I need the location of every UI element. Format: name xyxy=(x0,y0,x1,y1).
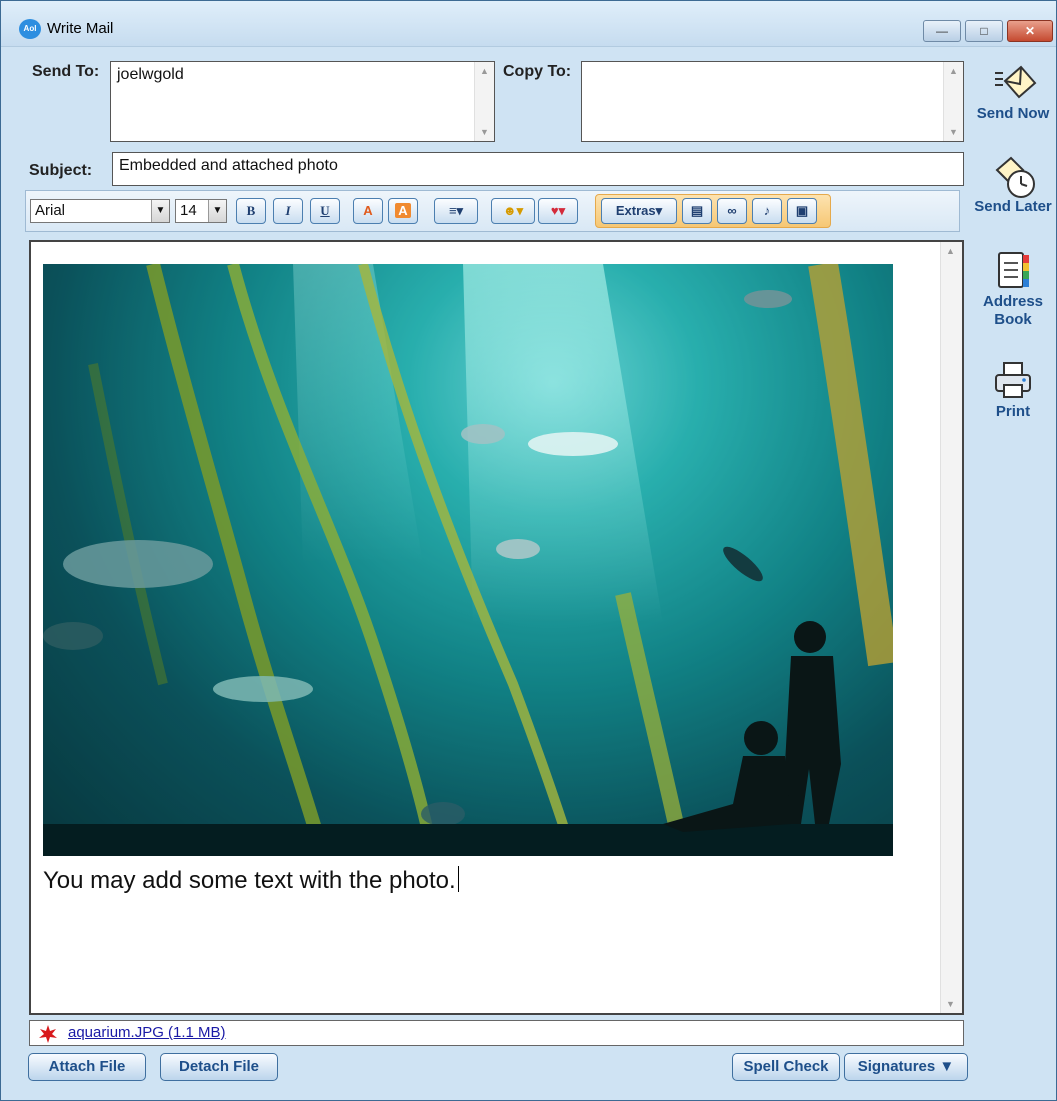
italic-button[interactable]: I xyxy=(273,198,303,224)
formatting-toolbar: Arial ▼ 14 ▼ B I U A A ≡▾ ☻▾ ♥▾ Extras▾ … xyxy=(25,190,960,232)
send-later-label: Send Later xyxy=(974,198,1052,215)
copy-to-scrollbar[interactable]: ▲ ▼ xyxy=(943,62,963,141)
send-now-label: Send Now xyxy=(976,105,1050,122)
copy-to-label: Copy To: xyxy=(503,63,572,80)
write-mail-window: Aol Write Mail — □ ✕ Send To: joelwgold … xyxy=(0,0,1057,1101)
signatures-button[interactable]: Signatures ▼ xyxy=(844,1053,968,1081)
table-icon: ▤ xyxy=(690,203,704,218)
heart-icon: ♥▾ xyxy=(550,203,566,218)
send-to-label: Send To: xyxy=(32,63,100,80)
attach-file-button[interactable]: Attach File xyxy=(28,1053,146,1081)
text-color-button[interactable]: A xyxy=(353,198,383,224)
heart-button[interactable]: ♥▾ xyxy=(538,198,578,224)
text-color-icon: A xyxy=(363,203,373,218)
send-to-value: joelwgold xyxy=(117,66,184,83)
font-value: Arial xyxy=(35,202,66,219)
smiley-button[interactable]: ☻▾ xyxy=(491,198,535,224)
font-size-select[interactable]: 14 ▼ xyxy=(175,199,227,223)
speaker-icon: ♪ xyxy=(763,203,771,218)
smiley-icon: ☻▾ xyxy=(502,203,524,218)
attachment-image-icon xyxy=(38,1024,58,1044)
minimize-button[interactable]: — xyxy=(923,20,961,42)
subject-value: Embedded and attached photo xyxy=(119,157,338,174)
camera-icon: ▣ xyxy=(795,203,809,218)
send-to-scrollbar[interactable]: ▲ ▼ xyxy=(474,62,494,141)
highlight-color-button[interactable]: A xyxy=(388,198,418,224)
sound-button[interactable]: ♪ xyxy=(752,198,782,224)
send-later-icon xyxy=(993,156,1035,198)
align-button[interactable]: ≡▾ xyxy=(434,198,478,224)
subject-field[interactable]: Embedded and attached photo xyxy=(112,152,964,186)
printer-icon xyxy=(993,361,1033,401)
align-left-icon: ≡▾ xyxy=(448,203,464,218)
extras-button[interactable]: Extras▾ xyxy=(601,198,677,224)
link-button[interactable]: ∞ xyxy=(717,198,747,224)
spell-check-button[interactable]: Spell Check xyxy=(732,1053,840,1081)
link-icon: ∞ xyxy=(727,203,737,218)
send-to-field[interactable]: joelwgold ▲ ▼ xyxy=(110,61,495,142)
bold-button[interactable]: B xyxy=(236,198,266,224)
title-bar: Aol Write Mail — □ ✕ xyxy=(1,1,1056,47)
print-button[interactable]: Print xyxy=(968,361,1057,421)
message-body-editor[interactable]: You may add some text with the photo. ▲ ▼ xyxy=(29,240,964,1015)
attachment-link[interactable]: aquarium.JPG (1.1 MB) xyxy=(68,1024,226,1041)
highlight-color-icon: A xyxy=(395,203,411,218)
send-now-button[interactable]: Send Now xyxy=(968,63,1057,123)
address-book-button[interactable]: Address Book xyxy=(968,251,1057,329)
address-book-label: Address Book xyxy=(982,293,1044,328)
attachment-list: aquarium.JPG (1.1 MB) xyxy=(29,1020,964,1046)
chevron-down-icon[interactable]: ▼ xyxy=(151,200,169,222)
extras-group: Extras▾ ▤ ∞ ♪ ▣ xyxy=(595,194,831,228)
print-label: Print xyxy=(995,403,1031,420)
font-select[interactable]: Arial ▼ xyxy=(30,199,170,223)
underline-button[interactable]: U xyxy=(310,198,340,224)
table-button[interactable]: ▤ xyxy=(682,198,712,224)
embedded-aquarium-photo xyxy=(43,264,893,856)
font-size-value: 14 xyxy=(180,202,197,219)
picture-button[interactable]: ▣ xyxy=(787,198,817,224)
body-text-content: You may add some text with the photo. xyxy=(43,867,456,894)
close-button[interactable]: ✕ xyxy=(1007,20,1053,42)
editor-scrollbar[interactable]: ▲ ▼ xyxy=(940,242,962,1013)
window-title: Write Mail xyxy=(47,20,114,37)
send-later-button[interactable]: Send Later xyxy=(968,156,1057,216)
body-text: You may add some text with the photo. xyxy=(43,866,459,895)
maximize-button[interactable]: □ xyxy=(965,20,1003,42)
chevron-down-icon[interactable]: ▼ xyxy=(208,200,226,222)
subject-label: Subject: xyxy=(29,162,93,179)
send-now-icon xyxy=(993,63,1037,103)
copy-to-field[interactable]: ▲ ▼ xyxy=(581,61,964,142)
text-caret xyxy=(457,866,459,892)
aol-logo-icon: Aol xyxy=(19,19,41,39)
detach-file-button[interactable]: Detach File xyxy=(160,1053,278,1081)
address-book-icon xyxy=(993,251,1033,291)
